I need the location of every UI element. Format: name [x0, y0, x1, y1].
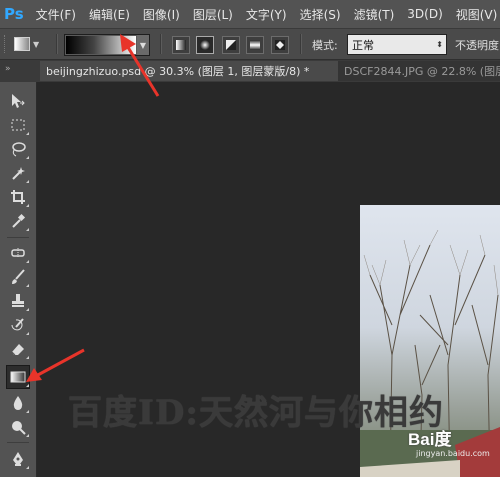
- move-icon: [12, 94, 25, 108]
- history-brush-icon: [11, 318, 24, 331]
- dodge-icon: [12, 421, 26, 435]
- mode-label: 模式:: [312, 39, 338, 52]
- radial-gradient-icon: [200, 40, 210, 50]
- magic-wand-icon: [12, 167, 25, 180]
- reflected-gradient-button[interactable]: [246, 36, 264, 54]
- menu-image[interactable]: 图像(I): [143, 6, 180, 23]
- options-grip[interactable]: [4, 35, 9, 53]
- divider: [56, 34, 58, 54]
- dodge-tool[interactable]: [7, 416, 29, 438]
- angle-gradient-icon: [226, 40, 236, 50]
- tab-title: beijingzhizuo.psd @ 30.3% (图层 1, 图层蒙版/8)…: [46, 65, 310, 78]
- divider: [300, 34, 302, 54]
- eyedropper-tool[interactable]: [7, 210, 29, 232]
- menu-filter[interactable]: 滤镜(T): [354, 6, 395, 23]
- linear-gradient-icon: [176, 40, 186, 50]
- baidu-jingyan-logo: Bai度 jingyan.baidu.com: [408, 425, 500, 458]
- pen-tool[interactable]: [7, 448, 29, 470]
- document-tabs: » beijingzhizuo.psd @ 30.3% (图层 1, 图层蒙版/…: [0, 60, 500, 82]
- red-arrow-annotation: [120, 34, 160, 97]
- blur-tool[interactable]: [7, 392, 29, 414]
- lasso-icon: [12, 142, 26, 157]
- reflected-gradient-icon: [250, 40, 260, 50]
- menu-view[interactable]: 视图(V): [456, 6, 498, 23]
- panel-collapse-gutter: »: [0, 60, 38, 82]
- move-tool[interactable]: [7, 90, 29, 112]
- eyedropper-icon: [12, 213, 26, 228]
- chevron-down-icon: ▼: [33, 39, 40, 49]
- clone-stamp-icon: [12, 294, 24, 307]
- tools-panel: [0, 82, 37, 477]
- mode-value: 正常: [352, 38, 374, 52]
- baidu-logo-text: Bai度: [408, 430, 452, 449]
- radial-gradient-button[interactable]: [196, 36, 214, 54]
- marquee-tool[interactable]: [7, 114, 29, 136]
- menu-3d[interactable]: 3D(D): [407, 7, 442, 21]
- brush-tool[interactable]: [7, 266, 29, 288]
- menu-select[interactable]: 选择(S): [300, 6, 341, 23]
- history-brush-tool[interactable]: [7, 314, 29, 336]
- healing-brush-tool[interactable]: [7, 242, 29, 264]
- opacity-label: 不透明度: [455, 39, 499, 52]
- magic-wand-tool[interactable]: [7, 162, 29, 184]
- red-arrow-annotation: [26, 348, 85, 382]
- tool-preset-picker[interactable]: ▼: [14, 35, 44, 53]
- lasso-tool[interactable]: [7, 138, 29, 160]
- diamond-gradient-button[interactable]: [271, 36, 289, 54]
- brush-icon: [12, 269, 25, 284]
- menu-layer[interactable]: 图层(L): [193, 6, 233, 23]
- menu-file[interactable]: 文件(F): [36, 6, 76, 23]
- baidu-url-text: jingyan.baidu.com: [416, 449, 490, 458]
- blur-icon: [13, 396, 23, 410]
- gradient-tool-preset-icon: [14, 37, 30, 51]
- options-bar: ▼ ▼ 模式: 正常 ⬍ 不透明度: [0, 29, 500, 60]
- linear-gradient-button[interactable]: [172, 36, 190, 54]
- diamond-gradient-icon: [275, 40, 285, 50]
- menu-type[interactable]: 文字(Y): [246, 6, 287, 23]
- menu-edit[interactable]: 编辑(E): [89, 6, 130, 23]
- crop-icon: [11, 190, 25, 204]
- menu-bar: Ps 文件(F) 编辑(E) 图像(I) 图层(L) 文字(Y) 选择(S) 滤…: [0, 0, 500, 29]
- mode-select[interactable]: 正常 ⬍: [347, 34, 447, 55]
- updown-chevron-icon: ⬍: [436, 40, 443, 49]
- tab-beijingzhizuo[interactable]: beijingzhizuo.psd @ 30.3% (图层 1, 图层蒙版/8)…: [40, 61, 346, 81]
- double-chevron-icon[interactable]: »: [5, 64, 11, 74]
- tab-dscf2844[interactable]: DSCF2844.JPG @ 22.8% (图层: [338, 61, 500, 81]
- photoshop-logo: Ps: [4, 5, 24, 23]
- angle-gradient-button[interactable]: [222, 36, 240, 54]
- clone-stamp-tool[interactable]: [7, 290, 29, 312]
- tab-title: DSCF2844.JPG @ 22.8% (图层: [344, 65, 500, 78]
- crop-tool[interactable]: [7, 186, 29, 208]
- healing-brush-icon: [11, 248, 25, 258]
- watermark-text: 百度ID:天然河与你相约: [68, 393, 444, 433]
- pen-icon: [13, 452, 23, 466]
- marquee-icon: [11, 119, 25, 131]
